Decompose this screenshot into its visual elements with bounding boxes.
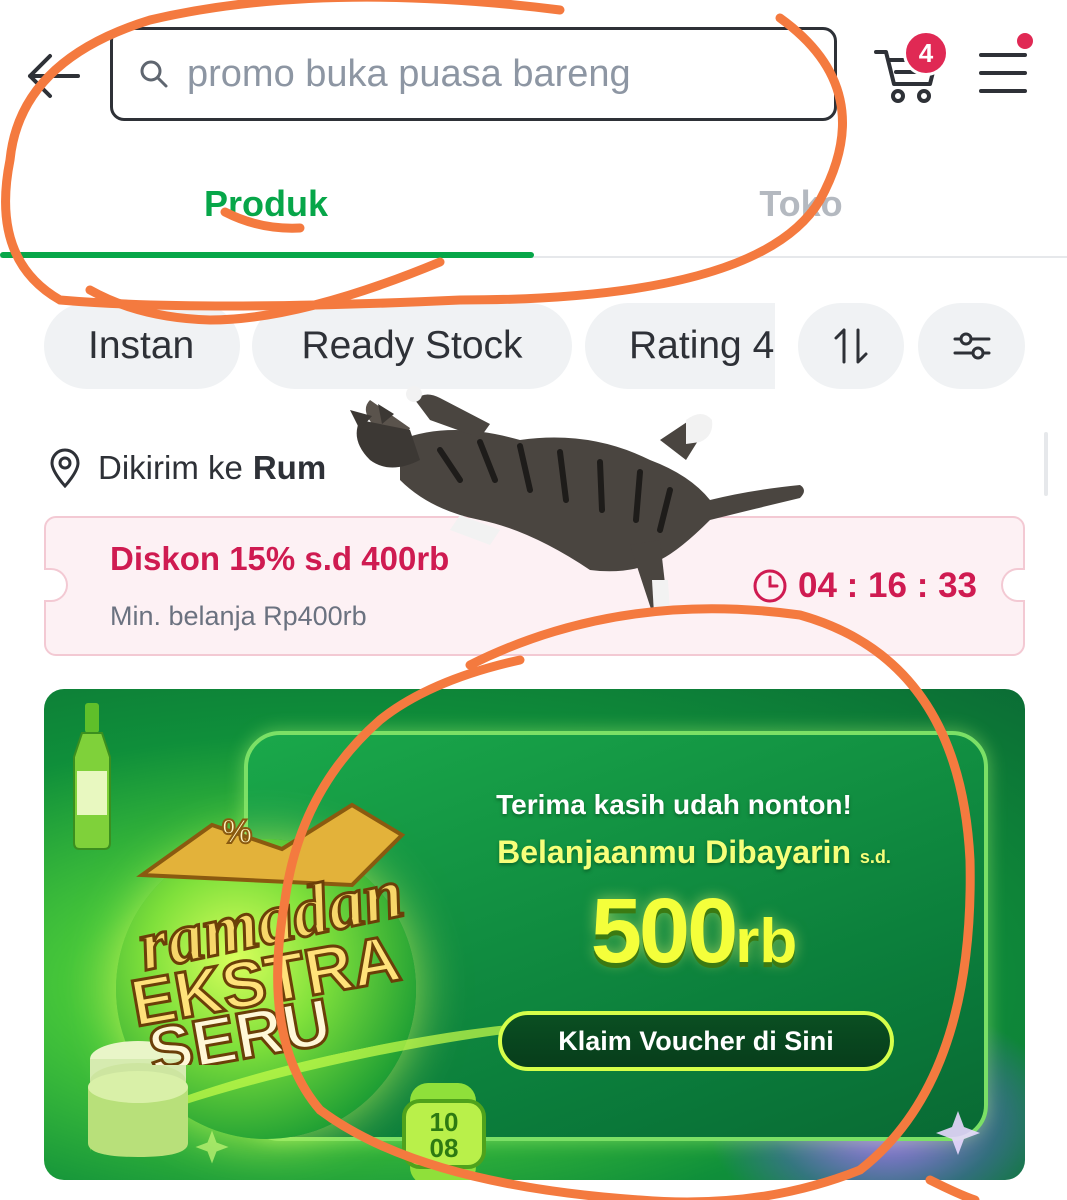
- ramadan-promo-banner[interactable]: 10 08 % ramadan EKSTRA SERU Terima kasih…: [44, 689, 1025, 1180]
- search-input[interactable]: [187, 52, 807, 96]
- tab-toko[interactable]: Toko: [534, 150, 1067, 258]
- search-bar[interactable]: [110, 27, 837, 121]
- banner-amount-unit: rb: [735, 907, 798, 976]
- shipping-location[interactable]: Dikirim ke Rum: [48, 440, 326, 496]
- countdown-time: 04 : 16 : 33: [798, 566, 977, 605]
- tab-bar: Produk Toko: [0, 150, 1067, 258]
- ticket-notch: [44, 568, 68, 602]
- banner-thanks-text: Terima kasih udah nonton!: [496, 789, 852, 820]
- filter-chip-rating[interactable]: Rating 4: [585, 303, 775, 389]
- banner-headline-text: Belanjaanmu Dibayarin: [497, 834, 851, 870]
- svg-text:%: %: [222, 813, 252, 851]
- notification-dot: [1014, 30, 1036, 52]
- location-pin-icon: [50, 448, 80, 488]
- tab-toko-label: Toko: [759, 183, 843, 224]
- filter-chip-label: Ready Stock: [301, 324, 523, 367]
- svg-text:08: 08: [430, 1133, 459, 1163]
- hamburger-menu-icon: [979, 53, 1027, 93]
- voucher-min-purchase: Min. belanja Rp400rb: [110, 601, 367, 631]
- back-button[interactable]: [22, 48, 84, 104]
- arrow-left-icon: [28, 54, 80, 98]
- claim-voucher-button[interactable]: Klaim Voucher di Sini: [498, 1011, 894, 1071]
- sliders-icon: [953, 332, 990, 360]
- location-prefix: Dikirim ke: [98, 449, 243, 486]
- filter-chip-label: Rating 4: [629, 324, 775, 367]
- cart-count-badge: 4: [903, 30, 949, 76]
- clock-icon: [753, 569, 787, 603]
- sort-button[interactable]: [798, 303, 904, 389]
- ramadan-ekstra-seru-logo: % ramadan EKSTRA SERU: [124, 802, 412, 1065]
- tab-produk[interactable]: Produk: [0, 150, 534, 258]
- sparkle-icon: [936, 1111, 980, 1155]
- menu-button[interactable]: [978, 50, 1028, 96]
- tab-produk-label: Produk: [203, 183, 328, 224]
- voucher-countdown: 04 : 16 : 33: [752, 566, 977, 606]
- sort-arrows-icon: [834, 328, 868, 364]
- ticket-notch: [1001, 568, 1025, 602]
- location-name: Rum: [252, 449, 327, 486]
- filter-chip-instan[interactable]: Instan: [44, 303, 240, 389]
- voucher-title: Diskon 15% s.d 400rb: [110, 540, 450, 577]
- filter-settings-button[interactable]: [918, 303, 1025, 389]
- active-tab-indicator: [0, 252, 534, 258]
- smartwatch-icon: 10 08: [402, 1083, 486, 1180]
- filter-chip-label: Instan: [88, 324, 195, 367]
- scrollbar[interactable]: [1044, 432, 1048, 496]
- filter-chip-ready-stock[interactable]: Ready Stock: [252, 303, 572, 389]
- discount-voucher-card[interactable]: Diskon 15% s.d 400rb Min. belanja Rp400r…: [44, 516, 1025, 656]
- sparkle-icon: [195, 1130, 229, 1164]
- filter-chips: Instan Ready Stock Rating 4: [0, 303, 1067, 391]
- banner-headline-suffix: s.d.: [859, 847, 891, 867]
- banner-headline: Belanjaanmu Dibayarin s.d.: [464, 834, 924, 871]
- search-icon: [140, 60, 168, 88]
- banner-amount-value: 500: [590, 880, 738, 982]
- banner-amount: 500rb: [484, 879, 904, 984]
